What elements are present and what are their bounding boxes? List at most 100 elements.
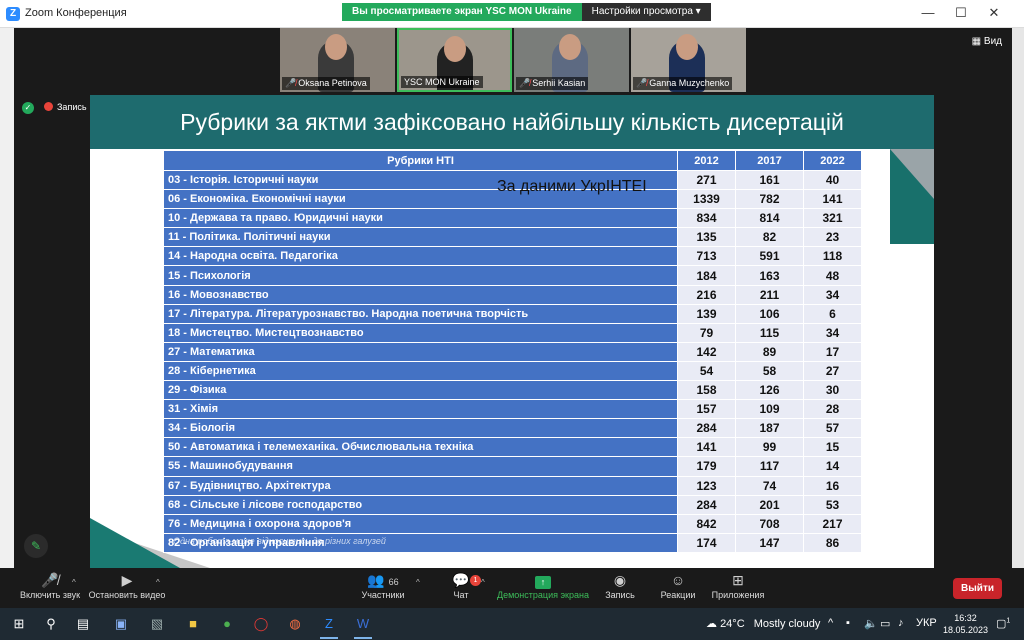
app-icon[interactable]: ▣ xyxy=(110,614,132,634)
mic-muted-icon: 🎤̸ xyxy=(519,78,531,88)
maximize-button[interactable]: ☐ xyxy=(951,5,971,21)
count-cell: 147 xyxy=(735,532,804,553)
mic-muted-icon: 🎤̸ xyxy=(285,78,297,88)
word-icon[interactable]: W xyxy=(352,614,374,639)
leave-button[interactable]: Выйти xyxy=(953,578,1002,599)
count-cell: 141 xyxy=(803,189,862,210)
count-cell: 814 xyxy=(735,208,804,229)
speaker-icon[interactable]: 🔈 xyxy=(864,617,878,630)
participants-options-caret-icon[interactable]: ^ xyxy=(416,578,420,587)
firefox-icon[interactable]: ◍ xyxy=(284,614,306,634)
record-button[interactable]: ◉ Запись xyxy=(602,572,638,600)
chat-button[interactable]: 💬 Чат 1 xyxy=(446,572,481,600)
rubric-cell: 34 - Біологія xyxy=(163,418,678,439)
network-icon[interactable]: ▭ xyxy=(880,617,890,630)
rubric-cell: 10 - Держава та право. Юридичні науки xyxy=(163,208,678,229)
annotate-pen-icon[interactable]: ✎ xyxy=(24,534,48,558)
chat-unread-badge: 1 xyxy=(470,575,481,586)
table-row: 34 - Біологія 284 187 57 xyxy=(163,418,862,439)
recording-indicator[interactable]: Запись xyxy=(44,102,87,112)
apps-button[interactable]: ⊞ Приложения xyxy=(710,572,766,600)
count-cell: 86 xyxy=(803,532,862,553)
participants-label: Участники xyxy=(361,590,405,600)
reactions-button[interactable]: ☺ Реакции xyxy=(658,572,698,600)
participants-count: 66 xyxy=(388,577,399,587)
participant-video-tile[interactable]: 🎤̸ Oksana Petinova xyxy=(280,28,395,92)
count-cell: 14 xyxy=(803,456,862,477)
count-cell: 48 xyxy=(803,265,862,286)
table-row: 14 - Народна освіта. Педагогіка 713 591 118 xyxy=(163,246,862,267)
notifications-icon[interactable]: ▢1 xyxy=(996,617,1010,630)
count-cell: 89 xyxy=(735,341,804,362)
minimize-button[interactable]: — xyxy=(918,5,938,20)
reactions-icon: ☺ xyxy=(670,572,686,588)
participant-video-tile[interactable]: YSC MON Ukraine xyxy=(397,28,512,92)
zoom-taskbar-icon[interactable]: Z xyxy=(318,614,340,639)
share-status-label: Вы просматриваете экран YSC MON Ukraine xyxy=(342,3,582,21)
opera-icon[interactable]: ◯ xyxy=(250,614,272,634)
share-screen-icon: ↑ xyxy=(535,576,551,589)
stop-video-button[interactable]: ▶ Остановить видео xyxy=(88,572,166,600)
windows-start-icon[interactable]: ⊞ xyxy=(8,614,30,634)
count-cell: 184 xyxy=(677,265,736,286)
record-icon: ◉ xyxy=(613,572,627,588)
rubric-cell: 31 - Хімія xyxy=(163,399,678,420)
view-button[interactable]: ▦ Вид xyxy=(972,36,1002,47)
table-row: 68 - Сільське і лісове господарство 284 20… xyxy=(163,494,862,515)
reactions-label: Реакции xyxy=(660,590,696,600)
count-cell: 271 xyxy=(677,169,736,191)
table-row: 18 - Мистецтво. Мистецтвознавство 79 115 34 xyxy=(163,322,862,343)
table-row: 76 - Медицина і охорона здоров'я 842 708 21… xyxy=(163,513,862,534)
search-icon[interactable]: ⚲ xyxy=(40,614,62,634)
video-options-caret-icon[interactable]: ^ xyxy=(156,578,160,587)
rubric-cell: 27 - Математика xyxy=(163,341,678,362)
view-options-button[interactable]: Настройки просмотра ▾ xyxy=(581,3,711,21)
count-cell: 201 xyxy=(735,494,804,515)
count-cell: 217 xyxy=(803,513,862,534)
task-view-icon[interactable]: ▤ xyxy=(72,614,94,634)
count-cell: 284 xyxy=(677,494,736,515)
chrome-icon[interactable]: ● xyxy=(216,614,238,634)
weather-widget[interactable]: ☁ 24°C Mostly cloudy xyxy=(706,617,820,630)
participants-button[interactable]: 👥 66 Участники xyxy=(360,572,406,600)
table-row: 29 - Фізика 158 126 30 xyxy=(163,380,862,401)
count-cell: 57 xyxy=(803,418,862,439)
participant-face xyxy=(444,36,466,62)
file-explorer-icon[interactable]: ■ xyxy=(182,614,204,634)
keyboard-language[interactable]: УКР xyxy=(916,617,937,629)
rubric-cell: 76 - Медицина і охорона здоров'я xyxy=(163,513,678,534)
record-label: Запись xyxy=(605,590,635,600)
left-background-strip xyxy=(0,28,14,568)
count-cell: 109 xyxy=(735,399,804,420)
count-cell: 53 xyxy=(803,494,862,515)
slide-title: Рубрики за яктми зафіксовано найбільшу к… xyxy=(90,95,934,149)
participant-video-tile[interactable]: 🎤̸ Ganna Muzychenko xyxy=(631,28,746,92)
zoom-logo-icon: Z xyxy=(6,7,20,21)
participant-face xyxy=(676,34,698,60)
table-row: 27 - Математика 142 89 17 xyxy=(163,341,862,362)
app-icon[interactable]: ▧ xyxy=(146,614,168,634)
security-shield-icon[interactable]: ✓ xyxy=(22,102,34,114)
tray-app-icon[interactable]: ▪ xyxy=(846,617,850,629)
count-cell: 834 xyxy=(677,208,736,229)
count-cell: 6 xyxy=(803,303,862,324)
table-row: 15 - Психологія 184 163 48 xyxy=(163,265,862,286)
decorative-shape xyxy=(890,149,934,199)
count-cell: 708 xyxy=(735,513,804,534)
tray-chevron-icon[interactable]: ^ xyxy=(828,617,833,629)
count-cell: 157 xyxy=(677,399,736,420)
count-cell: 82 xyxy=(735,227,804,248)
audio-options-caret-icon[interactable]: ^ xyxy=(72,578,76,587)
window-title: Zoom Конференция xyxy=(25,7,127,19)
system-clock[interactable]: 16:32 18.05.2023 xyxy=(943,612,988,636)
close-button[interactable]: ✕ xyxy=(984,5,1004,21)
participant-video-tile[interactable]: 🎤̸ Serhii Kasian xyxy=(514,28,629,92)
recording-label: Запись xyxy=(57,102,87,112)
share-screen-button[interactable]: ↑ Демонстрация экрана xyxy=(496,572,590,600)
volume-icon[interactable]: ♪ xyxy=(898,617,904,629)
count-cell: 216 xyxy=(677,284,736,305)
column-header: 2012 xyxy=(677,150,736,171)
chat-options-caret-icon[interactable]: ^ xyxy=(481,578,485,587)
count-cell: 123 xyxy=(677,475,736,496)
count-cell: 74 xyxy=(735,475,804,496)
